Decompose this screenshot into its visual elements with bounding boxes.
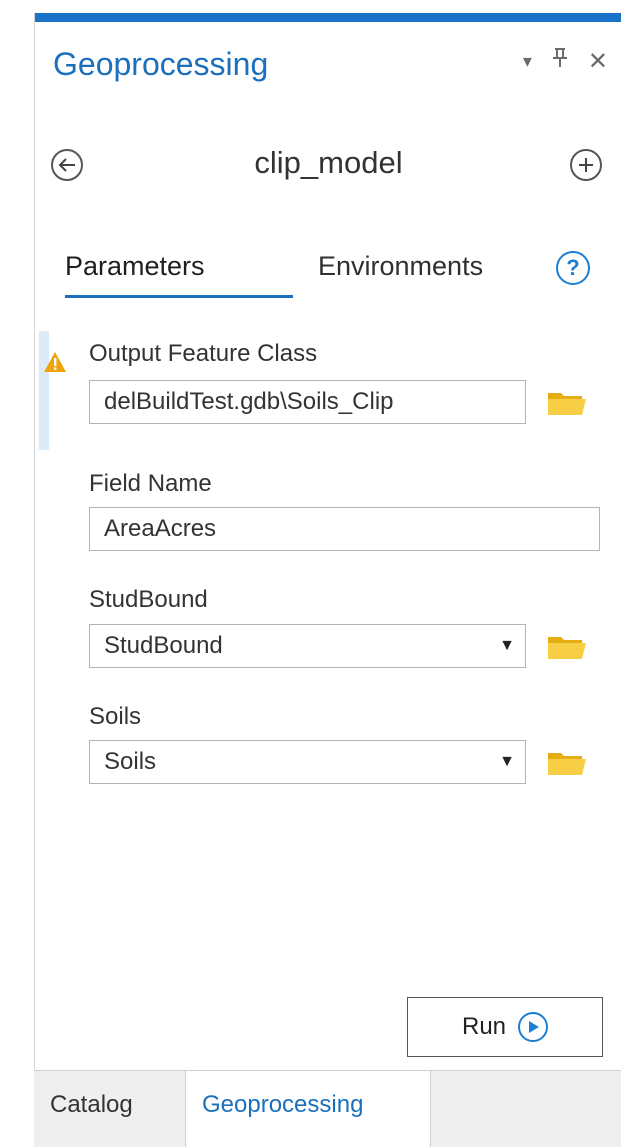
help-icon[interactable]: ?: [556, 251, 590, 285]
plus-icon[interactable]: [570, 149, 602, 181]
chevron-down-icon: ▼: [499, 637, 515, 654]
pane-title: Geoprocessing: [53, 46, 269, 82]
chevron-down-icon: ▼: [499, 753, 515, 770]
window-controls: ▾ ✕: [523, 47, 608, 76]
warning-strip: [39, 331, 49, 450]
play-icon: [518, 1012, 549, 1042]
pane-top-bar: [35, 13, 621, 22]
browse-folder-icon[interactable]: [547, 389, 587, 417]
close-icon[interactable]: ✕: [588, 47, 608, 76]
bottom-tab-bar: Catalog Geoprocessing: [34, 1070, 621, 1147]
tab-geoprocessing[interactable]: Geoprocessing: [185, 1071, 431, 1147]
output-feature-class-label: Output Feature Class: [89, 340, 318, 367]
browse-folder-icon[interactable]: [547, 633, 587, 661]
tab-parameters[interactable]: Parameters: [65, 251, 205, 282]
browse-folder-icon[interactable]: [547, 749, 587, 777]
field-name-input[interactable]: AreaAcres: [89, 507, 600, 551]
studbound-dropdown[interactable]: StudBound ▼: [89, 624, 526, 668]
run-button[interactable]: Run: [407, 997, 603, 1057]
field-name-label: Field Name: [89, 470, 212, 497]
soils-value: Soils: [104, 748, 157, 775]
pin-icon[interactable]: [550, 47, 570, 76]
geoprocessing-pane: Geoprocessing ▾ ✕ clip_model Parameters …: [34, 13, 621, 1146]
tab-environments[interactable]: Environments: [318, 251, 483, 282]
soils-dropdown[interactable]: Soils ▼: [89, 740, 526, 784]
tab-catalog[interactable]: Catalog: [34, 1071, 149, 1147]
output-feature-class-field[interactable]: delBuildTest.gdb\Soils_Clip: [89, 380, 526, 424]
studbound-label: StudBound: [89, 586, 208, 613]
studbound-value: StudBound: [104, 632, 223, 659]
options-dropdown-icon[interactable]: ▾: [523, 51, 532, 76]
run-label: Run: [461, 1013, 507, 1040]
model-name: clip_model: [254, 145, 403, 180]
warning-icon: [43, 351, 67, 378]
active-tab-indicator: [65, 295, 293, 298]
soils-label: Soils: [89, 703, 142, 730]
model-header: clip_model: [35, 145, 621, 195]
tool-tabs: Parameters Environments: [65, 251, 610, 301]
